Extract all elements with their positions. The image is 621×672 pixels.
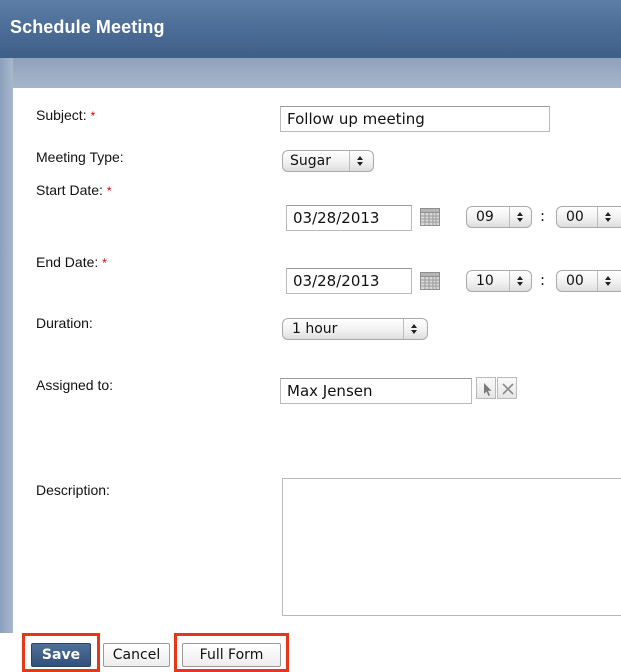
full-form-button[interactable]: Full Form [182, 643, 281, 667]
dialog-toolbar-strip [0, 58, 621, 88]
start-hour-select[interactable]: 09 [466, 206, 532, 228]
calendar-icon[interactable] [420, 208, 440, 226]
end-minute-select[interactable]: 00 [556, 270, 621, 292]
clear-user-button[interactable] [497, 377, 517, 399]
cursor-arrow-icon [484, 383, 492, 396]
required-marker: * [106, 184, 112, 198]
assigned-to-value: Max Jensen [287, 382, 373, 400]
subject-input[interactable]: Follow up meeting [280, 106, 550, 132]
select-divider [597, 207, 598, 227]
end-date-label-text: End Date: [36, 254, 99, 270]
start-minute-select[interactable]: 00 [556, 206, 621, 228]
description-textarea[interactable] [282, 478, 621, 616]
select-divider [349, 151, 350, 171]
dialog-left-border [0, 58, 13, 633]
subject-value: Follow up meeting [287, 110, 425, 128]
up-down-arrows-icon [511, 271, 529, 291]
close-icon [502, 383, 514, 395]
dialog-title: Schedule Meeting [10, 17, 165, 37]
end-hour-value: 10 [476, 273, 494, 289]
assigned-to-label: Assigned to: [36, 377, 113, 393]
assigned-to-label-text: Assigned to: [36, 377, 114, 393]
description-label: Description: [36, 482, 110, 498]
schedule-meeting-dialog: Schedule Meeting Subject: * Follow up me… [0, 0, 621, 672]
duration-select[interactable]: 1 hour [282, 318, 428, 340]
assigned-to-input[interactable]: Max Jensen [280, 378, 472, 404]
start-minute-value: 00 [566, 209, 584, 225]
cancel-button-label: Cancel [112, 647, 161, 663]
meeting-type-value: Sugar [290, 153, 331, 169]
start-date-label-text: Start Date: [36, 182, 103, 198]
meeting-type-select[interactable]: Sugar [282, 150, 374, 172]
select-divider [403, 319, 404, 339]
end-minute-value: 00 [566, 273, 584, 289]
up-down-arrows-icon [511, 207, 529, 227]
up-down-arrows-icon [405, 319, 423, 339]
calendar-icon[interactable] [420, 272, 440, 290]
duration-label: Duration: [36, 315, 93, 331]
meeting-type-label-text: Meeting Type: [36, 149, 124, 165]
subject-label: Subject: * [36, 107, 95, 123]
end-date-input[interactable]: 03/28/2013 [286, 268, 412, 294]
save-button[interactable]: Save [31, 643, 91, 667]
end-date-value: 03/28/2013 [293, 272, 380, 290]
start-date-input[interactable]: 03/28/2013 [286, 205, 412, 231]
select-divider [509, 207, 510, 227]
meeting-type-label: Meeting Type: [36, 149, 124, 165]
end-date-label: End Date: * [36, 254, 107, 270]
start-hour-value: 09 [476, 209, 494, 225]
duration-label-text: Duration: [36, 315, 93, 331]
up-down-arrows-icon [351, 151, 369, 171]
up-down-arrows-icon [599, 271, 617, 291]
duration-value: 1 hour [292, 321, 338, 337]
dialog-header: Schedule Meeting [0, 0, 621, 58]
required-marker: * [90, 109, 96, 123]
save-button-label: Save [41, 647, 81, 663]
cancel-button[interactable]: Cancel [103, 643, 170, 667]
time-separator: : [540, 271, 546, 289]
subject-label-text: Subject: [36, 107, 87, 123]
select-divider [597, 271, 598, 291]
select-user-button[interactable] [476, 377, 496, 399]
full-form-button-label: Full Form [199, 647, 264, 663]
start-date-label: Start Date: * [36, 182, 111, 198]
start-date-value: 03/28/2013 [293, 209, 380, 227]
end-hour-select[interactable]: 10 [466, 270, 532, 292]
time-separator: : [540, 207, 546, 225]
description-label-text: Description: [36, 482, 110, 498]
required-marker: * [102, 256, 107, 270]
up-down-arrows-icon [599, 207, 617, 227]
select-divider [509, 271, 510, 291]
